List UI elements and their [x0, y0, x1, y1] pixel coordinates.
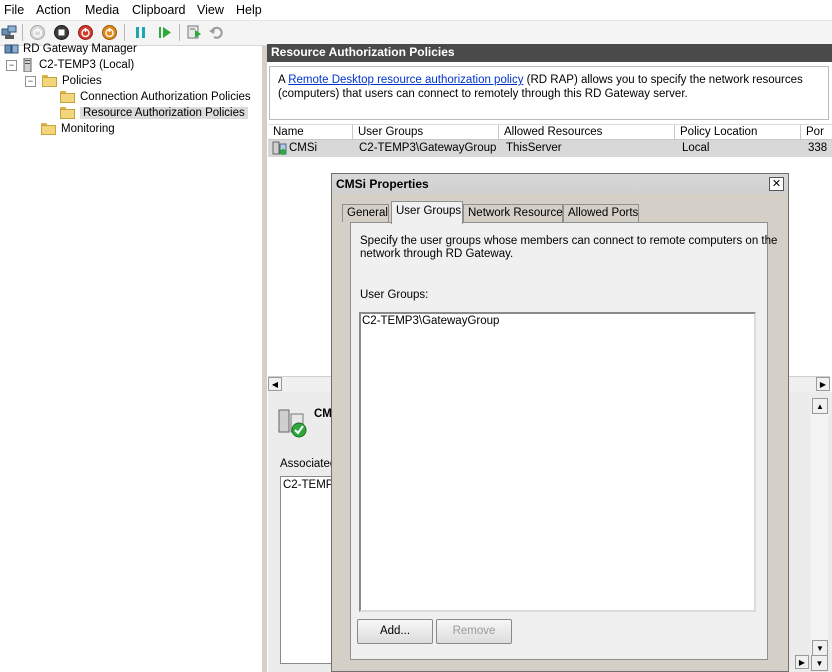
folder-icon — [42, 75, 57, 87]
folder-icon — [41, 123, 56, 135]
results-header: Resource Authorization Policies — [267, 44, 832, 62]
tab-allowed-ports[interactable]: Allowed Ports — [563, 204, 639, 222]
tree-item-rd-gateway-manager[interactable]: RD Gateway Manager — [4, 41, 137, 57]
list-item[interactable]: C2-TEMP3\GatewayGroup — [362, 315, 499, 327]
menu-media[interactable]: Media — [85, 3, 119, 17]
rd-rap-link[interactable]: Remote Desktop resource authorization po… — [288, 74, 523, 86]
server-icon — [23, 57, 32, 73]
scroll-right-icon[interactable]: ▶ — [795, 655, 809, 669]
column-user-groups[interactable]: User Groups — [353, 124, 499, 140]
column-allowed-resources[interactable]: Allowed Resources — [499, 124, 675, 140]
shutdown-icon[interactable] — [77, 24, 94, 41]
scroll-left-icon[interactable]: ◀ — [268, 377, 282, 391]
info-box: A Remote Desktop resource authorization … — [269, 66, 829, 120]
scroll-down-icon[interactable]: ▼ — [812, 640, 828, 656]
column-port[interactable]: Por — [801, 124, 832, 140]
tree-item-monitoring[interactable]: Monitoring — [41, 121, 115, 137]
network-icon[interactable] — [1, 24, 18, 41]
tree-item-policies[interactable]: − Policies — [25, 73, 102, 89]
vertical-scrollbar[interactable]: ▲ ▼ — [811, 398, 828, 656]
tree-label: Connection Authorization Policies — [80, 91, 251, 103]
pause-icon[interactable] — [132, 24, 149, 41]
column-policy-location[interactable]: Policy Location — [675, 124, 801, 140]
add-button[interactable]: Add... — [357, 619, 433, 644]
power-disabled-icon[interactable] — [29, 24, 46, 41]
snapshot-icon[interactable] — [186, 24, 203, 41]
row-user-groups: C2-TEMP3\GatewayGroup — [359, 142, 497, 154]
menu-bar: File Action Media Clipboard View Help — [0, 0, 832, 21]
row-allowed-resources: ThisServer — [506, 142, 562, 154]
power-orange-icon[interactable] — [101, 24, 118, 41]
menu-view[interactable]: View — [197, 3, 224, 17]
tree-item-resource-authorization-policies[interactable]: Resource Authorization Policies — [60, 105, 248, 121]
info-line-1: A Remote Desktop resource authorization … — [278, 74, 803, 86]
policy-icon — [272, 141, 287, 156]
row-name: CMSi — [289, 142, 318, 154]
scroll-right-icon[interactable]: ▶ — [816, 377, 830, 391]
tree-item-server[interactable]: − C2-TEMP3 (Local) — [6, 57, 134, 73]
row-port: 338 — [808, 142, 828, 154]
description-line-2: network through RD Gateway. — [360, 248, 514, 260]
info-rest: (RD RAP) allows you to specify the netwo… — [523, 74, 803, 86]
info-prefix: A — [278, 74, 289, 86]
scroll-up-icon[interactable]: ▲ — [812, 398, 828, 414]
row-policy-location: Local — [682, 142, 710, 154]
user-groups-list[interactable]: C2-TEMP3\GatewayGroup — [359, 312, 756, 612]
info-line-2: (computers) that users can connect to re… — [278, 88, 688, 100]
remove-button[interactable]: Remove — [436, 619, 512, 644]
tab-general[interactable]: General — [342, 204, 389, 222]
tree-label: C2-TEMP3 (Local) — [39, 59, 135, 71]
policy-large-icon — [278, 408, 310, 440]
details-associated-label: Associated — [280, 458, 337, 470]
play-icon[interactable] — [156, 24, 173, 41]
menu-action[interactable]: Action — [36, 3, 71, 17]
results-title: Resource Authorization Policies — [271, 45, 455, 59]
collapse-icon[interactable]: − — [25, 75, 36, 87]
tree-label: RD Gateway Manager — [23, 43, 137, 55]
properties-dialog: CMSi Properties ✕ General User Groups Ne… — [331, 173, 789, 672]
collapse-icon[interactable]: − — [6, 59, 17, 71]
undo-icon[interactable] — [208, 24, 225, 41]
dialog-titlebar[interactable]: CMSi Properties ✕ — [332, 174, 788, 194]
tree-label: Resource Authorization Policies — [80, 107, 248, 119]
close-icon[interactable]: ✕ — [769, 177, 784, 191]
tab-page-user-groups: Specify the user groups whose members ca… — [350, 222, 777, 660]
folder-icon — [60, 107, 75, 119]
tree-item-connection-authorization-policies[interactable]: Connection Authorization Policies — [60, 89, 251, 105]
menu-help[interactable]: Help — [236, 3, 262, 17]
details-title: CM — [314, 408, 332, 420]
tree-label: Monitoring — [61, 123, 115, 135]
navigation-tree: RD Gateway Manager − C2-TEMP3 (Local) − … — [0, 43, 262, 672]
menu-file[interactable]: File — [4, 3, 24, 17]
folder-icon — [60, 91, 75, 103]
column-name[interactable]: Name — [268, 124, 353, 140]
description-line-1: Specify the user groups whose members ca… — [360, 235, 778, 247]
table-row[interactable]: CMSi C2-TEMP3\GatewayGroup ThisServer Lo… — [268, 140, 832, 157]
tab-user-groups[interactable]: User Groups — [391, 201, 463, 224]
tree-label: Policies — [62, 75, 102, 87]
stop-icon[interactable] — [53, 24, 70, 41]
user-groups-label: User Groups: — [360, 289, 429, 301]
tab-network-resource[interactable]: Network Resource — [463, 204, 563, 222]
scroll-down-icon[interactable]: ▼ — [811, 655, 828, 671]
menu-clipboard[interactable]: Clipboard — [132, 3, 186, 17]
dialog-title: CMSi Properties — [336, 177, 429, 191]
gateway-icon — [4, 43, 19, 55]
